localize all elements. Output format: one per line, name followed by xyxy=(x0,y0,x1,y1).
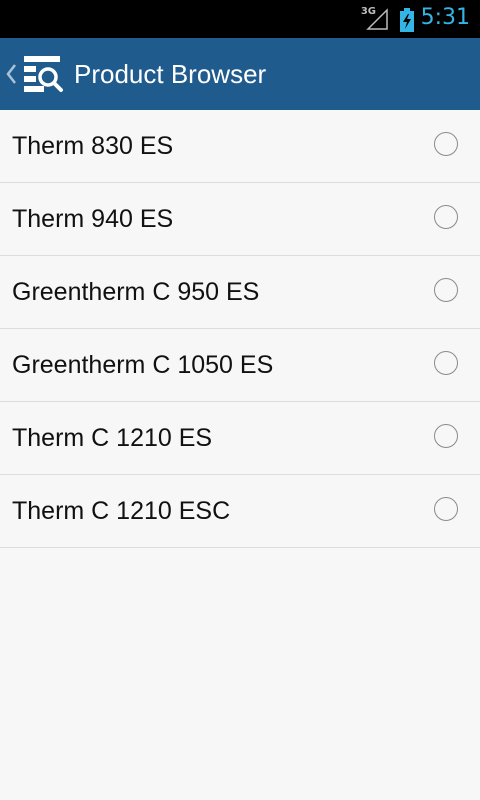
radio-button[interactable] xyxy=(434,497,458,521)
battery-charging-icon xyxy=(400,8,414,32)
list-item[interactable]: Greentherm C 1050 ES xyxy=(0,329,480,402)
list-item[interactable]: Therm 940 ES xyxy=(0,183,480,256)
list-item[interactable]: Therm 830 ES xyxy=(0,110,480,183)
list-item[interactable]: Greentherm C 950 ES xyxy=(0,256,480,329)
list-item-label: Therm 940 ES xyxy=(12,205,174,233)
up-navigation-button[interactable] xyxy=(0,38,70,110)
action-bar: Product Browser xyxy=(0,38,480,110)
radio-button[interactable] xyxy=(434,351,458,375)
list-item[interactable]: Therm C 1210 ES xyxy=(0,402,480,475)
list-item-label: Greentherm C 950 ES xyxy=(12,278,260,306)
radio-button[interactable] xyxy=(434,424,458,448)
list-item-label: Therm C 1210 ESC xyxy=(12,497,231,525)
clock: 5:31 xyxy=(420,5,470,30)
page-title: Product Browser xyxy=(74,59,267,89)
list-item[interactable]: Therm C 1210 ESC xyxy=(0,475,480,548)
product-list: Therm 830 ES Therm 940 ES Greentherm C 9… xyxy=(0,110,480,548)
list-item-label: Therm 830 ES xyxy=(12,132,174,160)
status-bar: 3G 5:31 xyxy=(0,0,480,38)
product-browser-icon xyxy=(24,56,63,92)
radio-button[interactable] xyxy=(434,278,458,302)
list-item-label: Therm C 1210 ES xyxy=(12,424,213,452)
radio-button[interactable] xyxy=(434,132,458,156)
list-item-label: Greentherm C 1050 ES xyxy=(12,351,274,379)
radio-button[interactable] xyxy=(434,205,458,229)
chevron-left-icon xyxy=(6,64,16,84)
signal-icon xyxy=(366,8,388,30)
